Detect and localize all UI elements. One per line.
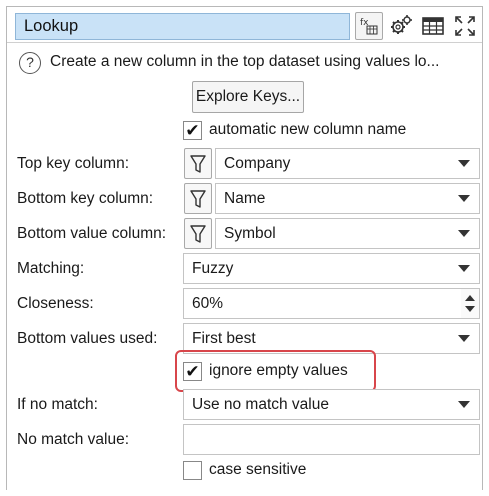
filter-icon[interactable]	[184, 148, 212, 179]
chevron-down-icon	[458, 335, 470, 342]
case-sensitive-checkbox[interactable]	[183, 461, 202, 480]
description-text: Create a new column in the top dataset u…	[50, 53, 440, 70]
no-match-value-input[interactable]	[183, 424, 480, 455]
bottom-key-label: Bottom key column:	[17, 190, 154, 207]
spin-up-icon[interactable]	[465, 295, 475, 301]
top-key-select[interactable]: Company	[215, 148, 480, 179]
bottom-key-value: Name	[224, 190, 266, 207]
help-icon[interactable]: ?	[19, 52, 41, 74]
calculator-icon[interactable]: fx	[355, 12, 383, 40]
gears-icon[interactable]	[387, 12, 415, 40]
bottom-values-used-value: First best	[192, 330, 256, 347]
filter-icon[interactable]	[184, 183, 212, 214]
explore-keys-button[interactable]: Explore Keys...	[192, 81, 304, 113]
top-key-value: Company	[224, 155, 291, 172]
chevron-down-icon	[458, 195, 470, 202]
panel-header: Lookup fx	[7, 7, 482, 43]
matching-label: Matching:	[17, 260, 85, 277]
if-no-match-value: Use no match value	[192, 396, 329, 413]
if-no-match-label: If no match:	[17, 396, 98, 413]
bottom-key-select[interactable]: Name	[215, 183, 480, 214]
spin-down-icon[interactable]	[465, 306, 475, 312]
chevron-down-icon	[458, 265, 470, 272]
ignore-empty-label: ignore empty values	[209, 362, 348, 379]
auto-name-checkbox[interactable]: ✔	[183, 121, 202, 140]
top-key-label: Top key column:	[17, 155, 129, 172]
if-no-match-select[interactable]: Use no match value	[183, 389, 480, 420]
table-icon[interactable]	[419, 12, 447, 40]
description-row: ? Create a new column in the top dataset…	[19, 51, 475, 77]
chevron-down-icon	[458, 230, 470, 237]
closeness-label: Closeness:	[17, 295, 94, 312]
filter-icon[interactable]	[184, 218, 212, 249]
spinner-buttons[interactable]	[461, 289, 479, 318]
matching-value: Fuzzy	[192, 260, 234, 277]
chevron-down-icon	[458, 401, 470, 408]
bottom-value-label: Bottom value column:	[17, 225, 167, 242]
bottom-value-value: Symbol	[224, 225, 276, 242]
case-sensitive-label: case sensitive	[209, 461, 307, 478]
closeness-spinner[interactable]: 60%	[183, 288, 480, 319]
bottom-values-used-label: Bottom values used:	[17, 330, 158, 347]
ignore-empty-checkbox[interactable]: ✔	[183, 362, 202, 381]
chevron-down-icon	[458, 160, 470, 167]
lookup-panel: Lookup fx ? Create a new column in the t…	[6, 6, 483, 490]
matching-select[interactable]: Fuzzy	[183, 253, 480, 284]
expand-icon[interactable]	[451, 12, 479, 40]
bottom-value-select[interactable]: Symbol	[215, 218, 480, 249]
closeness-value: 60%	[192, 295, 224, 312]
panel-title[interactable]: Lookup	[15, 13, 350, 40]
auto-name-label: automatic new column name	[209, 121, 407, 138]
no-match-value-label: No match value:	[17, 431, 129, 448]
